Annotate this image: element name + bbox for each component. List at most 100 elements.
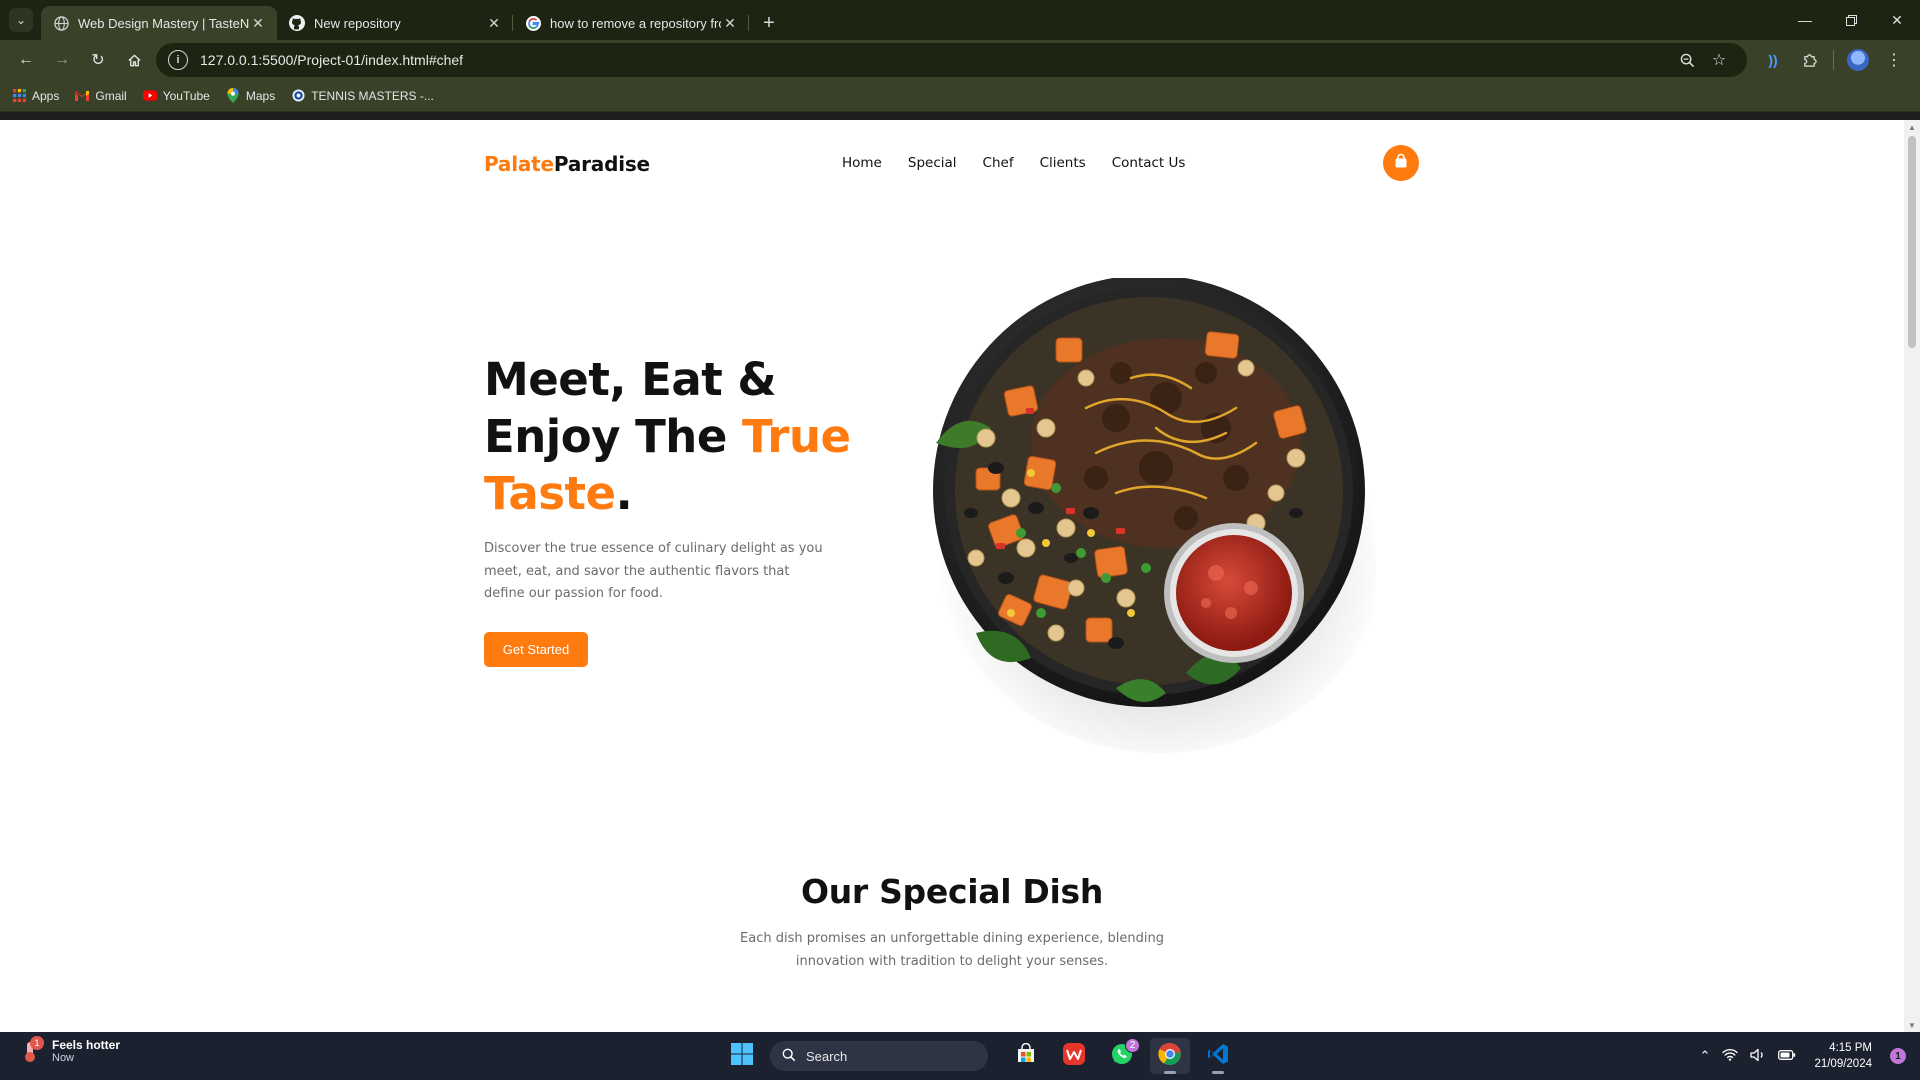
tennis-icon — [291, 89, 305, 103]
special-dish-description: Each dish promises an unforgettable dini… — [740, 931, 1164, 969]
active-app-indicator — [1164, 1071, 1176, 1074]
bookmark-label: Gmail — [95, 88, 127, 103]
taskbar-search[interactable]: Search — [770, 1041, 988, 1071]
nav-link-home[interactable]: Home — [842, 155, 882, 171]
bookmark-youtube[interactable]: YouTube — [142, 89, 210, 103]
scroll-down-arrow-icon[interactable]: ▼ — [1904, 1018, 1920, 1032]
hero-accent-taste: Taste — [484, 467, 616, 520]
toolbar-divider — [1833, 50, 1834, 70]
taskbar-apps: Search 2 — [722, 1038, 1238, 1074]
hero-heading: Meet, Eat & Enjoy The True Taste. — [484, 351, 904, 522]
battery-icon[interactable] — [1778, 1049, 1796, 1064]
menu-kebab-icon[interactable]: ⋮ — [1876, 44, 1912, 76]
nav-link-contact[interactable]: Contact Us — [1112, 155, 1186, 171]
forward-icon[interactable]: → — [44, 44, 80, 76]
hero-line-1: Meet, Eat & — [484, 353, 777, 406]
google-icon — [525, 15, 541, 31]
gmail-icon — [75, 89, 90, 103]
restore-icon[interactable] — [1828, 0, 1874, 40]
running-app-indicator — [1212, 1071, 1224, 1074]
address-url[interactable]: 127.0.0.1:5500/Project-01/index.html#che… — [200, 52, 1671, 68]
page-viewport: PalateParadise Home Special Chef Clients… — [0, 120, 1920, 1032]
address-bar[interactable]: i 127.0.0.1:5500/Project-01/index.html#c… — [156, 43, 1747, 77]
system-tray: ⌃ 4:15 PM 21/09/2024 1 — [1700, 1032, 1906, 1080]
weather-text: Feels hotter Now — [52, 1038, 120, 1064]
scrollbar-thumb[interactable] — [1908, 136, 1916, 348]
new-tab-button[interactable]: + — [755, 9, 783, 37]
reload-icon[interactable]: ↻ — [80, 44, 116, 76]
tab-separator — [748, 15, 749, 31]
site-logo[interactable]: PalateParadise — [484, 152, 650, 176]
volume-icon[interactable] — [1750, 1048, 1766, 1065]
weather-widget[interactable]: 1 Feels hotter Now — [18, 1036, 120, 1064]
home-icon[interactable] — [116, 44, 152, 76]
chrome-icon — [1158, 1042, 1182, 1071]
taskbar-app-vscode[interactable] — [1198, 1038, 1238, 1074]
shopping-bag-icon — [1393, 153, 1409, 173]
tab-web-design-mastery[interactable]: Web Design Mastery | TasteNest ✕ — [41, 6, 277, 40]
microsoft-store-icon — [1015, 1042, 1037, 1070]
nav-link-chef[interactable]: Chef — [983, 155, 1014, 171]
chevron-up-icon[interactable]: ⌃ — [1700, 1048, 1711, 1064]
youtube-icon — [142, 89, 157, 103]
nav-link-special[interactable]: Special — [908, 155, 957, 171]
search-placeholder: Search — [806, 1048, 848, 1064]
website: PalateParadise Home Special Chef Clients… — [0, 120, 1904, 1032]
hero-accent-true: True — [742, 410, 851, 463]
bookmark-label: Apps — [32, 88, 60, 103]
bookmark-star-icon[interactable]: ☆ — [1703, 50, 1735, 70]
wps-office-icon — [1062, 1042, 1086, 1071]
page-scrollbar[interactable]: ▲ ▼ — [1904, 120, 1920, 1032]
get-started-button[interactable]: Get Started — [484, 632, 588, 667]
window-controls: — ✕ — [1782, 0, 1920, 40]
close-tab-icon[interactable]: ✕ — [721, 14, 739, 32]
minimize-icon[interactable]: — — [1782, 0, 1828, 40]
taskbar-app-whatsapp[interactable]: 2 — [1102, 1038, 1142, 1074]
github-icon — [289, 15, 305, 31]
hero-line-2: Enjoy The — [484, 410, 743, 463]
scroll-up-arrow-icon[interactable]: ▲ — [1904, 120, 1920, 134]
profile-avatar[interactable] — [1840, 44, 1876, 76]
start-button[interactable] — [722, 1038, 762, 1074]
browser-tab-strip: ⌄ Web Design Mastery | TasteNest ✕ New r… — [0, 0, 1920, 40]
close-window-icon[interactable]: ✕ — [1874, 0, 1920, 40]
back-icon[interactable]: ← — [8, 44, 44, 76]
bookmark-apps[interactable]: Apps — [12, 89, 59, 103]
logo-rest: Paradise — [553, 152, 650, 176]
bookmark-tennis-masters[interactable]: TENNIS MASTERS -... — [291, 89, 434, 103]
tab-title: Web Design Mastery | TasteNest — [78, 15, 249, 31]
weather-title: Feels hotter — [52, 1038, 121, 1052]
thermometer-icon: 1 — [18, 1036, 44, 1064]
close-tab-icon[interactable]: ✕ — [249, 14, 267, 32]
bookmark-gmail[interactable]: Gmail — [75, 88, 127, 103]
system-clock[interactable]: 4:15 PM 21/09/2024 — [1814, 1040, 1872, 1072]
bookmark-maps[interactable]: Maps — [226, 88, 276, 103]
bookmark-label: Maps — [245, 88, 276, 103]
tab-search-button[interactable]: ⌄ — [9, 8, 33, 32]
special-dish-heading: Our Special Dish — [800, 872, 1104, 911]
tab-new-repository[interactable]: New repository ✕ — [277, 6, 513, 40]
tab-title: how to remove a repository from — [550, 15, 721, 31]
tab-title: New repository — [314, 15, 401, 31]
extensions-puzzle-icon[interactable] — [1791, 44, 1827, 76]
hero-description: Discover the true essence of culinary de… — [484, 541, 823, 601]
zoom-icon[interactable] — [1671, 53, 1703, 68]
site-info-icon[interactable]: i — [168, 50, 188, 70]
taskbar-app-wps[interactable] — [1054, 1038, 1094, 1074]
weather-subtitle: Now — [52, 1052, 75, 1064]
wifi-icon[interactable] — [1722, 1048, 1739, 1064]
vscode-icon — [1206, 1042, 1230, 1071]
globe-icon — [53, 15, 69, 31]
tab-google-search[interactable]: how to remove a repository from ✕ — [513, 6, 749, 40]
extension-wave-icon[interactable]: )) — [1755, 44, 1791, 76]
close-tab-icon[interactable]: ✕ — [485, 14, 503, 32]
notification-badge[interactable]: 1 — [1890, 1048, 1906, 1064]
taskbar-app-chrome[interactable] — [1150, 1038, 1190, 1074]
logo-accent: Palate — [484, 152, 554, 176]
maps-icon — [226, 88, 240, 103]
weather-badge: 1 — [30, 1036, 44, 1050]
shopping-bag-button[interactable] — [1383, 145, 1419, 181]
hero-dish-image — [916, 275, 1386, 753]
nav-link-clients[interactable]: Clients — [1040, 155, 1086, 171]
taskbar-app-store[interactable] — [1006, 1038, 1046, 1074]
